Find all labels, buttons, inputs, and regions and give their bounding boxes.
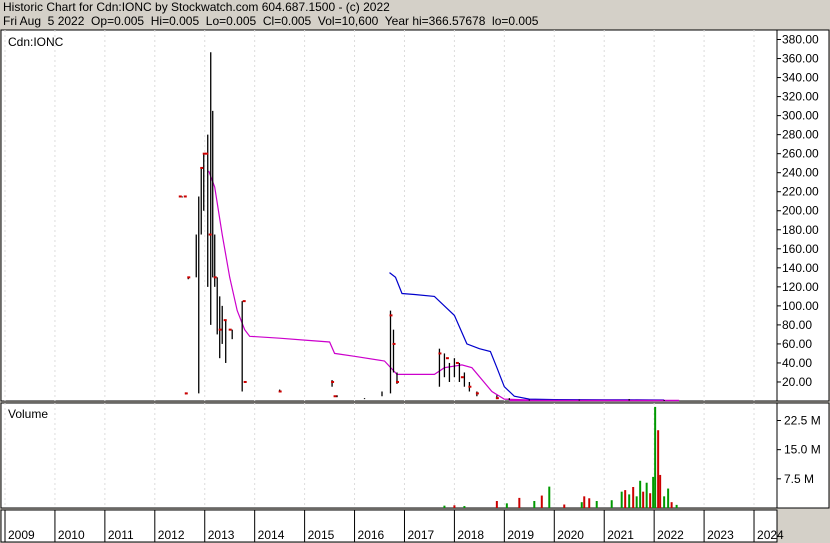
- year-tick-label: 2021: [607, 528, 634, 542]
- close-tick: [228, 328, 232, 331]
- close-tick: [460, 376, 464, 379]
- price-tick-label: 360.00: [782, 52, 819, 66]
- close-tick: [495, 397, 499, 400]
- volume-bar: [580, 502, 583, 508]
- close-tick: [445, 357, 449, 360]
- price-tick-label: 340.00: [782, 71, 819, 85]
- price-tick-label: 300.00: [782, 109, 819, 123]
- volume-tick-label: 22.5 M: [784, 414, 821, 428]
- year-tick-label: 2009: [8, 528, 35, 542]
- volume-label: Volume: [8, 407, 48, 421]
- price-tick-label: 140.00: [782, 261, 819, 275]
- close-tick: [333, 395, 337, 398]
- price-tick-label: 200.00: [782, 204, 819, 218]
- year-tick-label: 2010: [58, 528, 85, 542]
- price-plot-area: [0, 29, 778, 402]
- volume-bar: [670, 502, 673, 508]
- volume-bar: [563, 504, 566, 508]
- close-tick: [389, 314, 393, 317]
- year-tick-label: 2024: [757, 528, 784, 542]
- close-tick: [223, 319, 227, 322]
- volume-bar: [645, 482, 648, 508]
- year-tick-label: 2016: [358, 528, 385, 542]
- volume-tick-label: 15.0 M: [784, 443, 821, 457]
- year-tick-label: 2014: [258, 528, 285, 542]
- volume-bar: [675, 504, 678, 508]
- close-tick: [278, 390, 282, 393]
- year-tick-label: 2018: [457, 528, 484, 542]
- close-tick: [187, 276, 191, 279]
- close-tick: [242, 300, 246, 303]
- close-tick: [455, 361, 459, 364]
- price-tick-label: 220.00: [782, 185, 819, 199]
- volume-bar: [540, 495, 543, 508]
- volume-bar: [453, 505, 456, 508]
- price-tick-label: 160.00: [782, 242, 819, 256]
- close-tick: [178, 195, 182, 198]
- price-tick-label: 100.00: [782, 299, 819, 313]
- volume-bar: [654, 406, 657, 508]
- year-tick-label: 2011: [108, 528, 134, 542]
- close-tick: [475, 392, 479, 395]
- year-tick-label: 2020: [557, 528, 584, 542]
- volume-bar: [635, 496, 638, 508]
- close-tick: [184, 392, 188, 395]
- volume-bar: [657, 430, 660, 508]
- price-tick-label: 80.00: [782, 318, 812, 332]
- price-tick-label: 180.00: [782, 223, 819, 237]
- volume-bar: [588, 498, 591, 508]
- close-tick: [208, 233, 212, 236]
- volume-bar: [610, 500, 613, 508]
- volume-bar: [632, 487, 635, 508]
- volume-bar: [548, 486, 551, 508]
- volume-bar: [649, 493, 652, 508]
- volume-bar: [663, 496, 666, 508]
- volume-bar: [620, 491, 623, 508]
- year-tick-label: 2019: [507, 528, 534, 542]
- year-tick-label: 2013: [208, 528, 235, 542]
- price-tick-label: 40.00: [782, 356, 812, 370]
- year-tick-label: 2017: [407, 528, 434, 542]
- close-tick: [392, 342, 396, 345]
- volume-bar: [659, 474, 662, 508]
- volume-bar: [583, 496, 586, 508]
- volume-bar: [443, 505, 446, 508]
- price-volume-chart: Cdn:IONC Volume 20.0040.0060.0080.00100.…: [0, 29, 830, 543]
- price-tick-label: 320.00: [782, 90, 819, 104]
- price-tick-label: 60.00: [782, 337, 812, 351]
- volume-bar: [639, 480, 642, 508]
- close-tick: [331, 380, 335, 383]
- close-tick: [200, 166, 204, 169]
- year-tick-label: 2015: [308, 528, 335, 542]
- volume-bar: [518, 497, 521, 508]
- close-tick: [183, 195, 187, 198]
- price-tick-label: 280.00: [782, 128, 819, 142]
- close-tick: [243, 380, 247, 383]
- volume-bar: [628, 494, 631, 508]
- volume-bar: [642, 491, 645, 508]
- price-tick-label: 260.00: [782, 147, 819, 161]
- year-tick-label: 2012: [158, 528, 185, 542]
- volume-bar: [624, 490, 627, 508]
- volume-tick-label: 7.5 M: [784, 472, 814, 486]
- volume-bar: [495, 501, 498, 508]
- close-tick: [438, 352, 442, 355]
- price-tick-label: 20.00: [782, 375, 812, 389]
- close-tick: [468, 385, 472, 388]
- year-tick-label: 2023: [707, 528, 734, 542]
- volume-bar: [505, 503, 508, 508]
- price-tick-label: 120.00: [782, 280, 819, 294]
- close-tick: [395, 380, 399, 383]
- volume-bar: [667, 488, 670, 508]
- close-tick: [218, 328, 222, 331]
- volume-bar: [533, 501, 536, 508]
- close-tick: [213, 276, 217, 279]
- volume-bar: [463, 506, 466, 508]
- volume-bar: [595, 501, 598, 508]
- year-tick-label: 2022: [657, 528, 684, 542]
- price-tick-label: 240.00: [782, 166, 819, 180]
- volume-bar: [652, 476, 655, 508]
- price-tick-label: 380.00: [782, 33, 819, 47]
- close-tick: [205, 152, 209, 155]
